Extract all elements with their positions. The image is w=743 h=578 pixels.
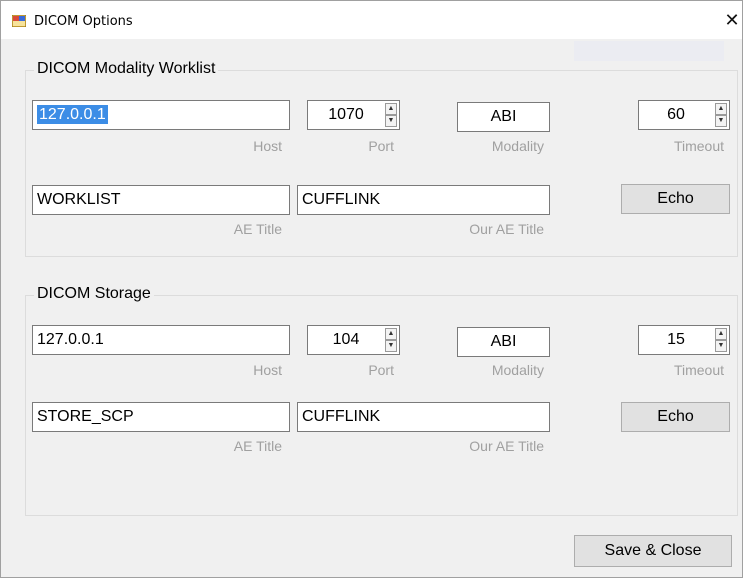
save-close-button[interactable]: Save & Close — [574, 535, 732, 567]
worklist-host-label: Host — [253, 138, 282, 154]
spin-down-icon[interactable]: ▼ — [385, 115, 397, 127]
storage-modality-input[interactable]: ABI — [457, 327, 550, 357]
worklist-host-input[interactable]: 127.0.0.1 — [32, 100, 290, 130]
worklist-modality-input[interactable]: ABI — [457, 102, 550, 132]
spin-down-icon[interactable]: ▼ — [385, 340, 397, 352]
storage-ae-title-input[interactable]: STORE_SCP — [32, 402, 290, 432]
storage-port-stepper[interactable]: 104 ▲ ▼ — [307, 325, 400, 355]
spin-up-icon[interactable]: ▲ — [715, 103, 727, 115]
spin-down-icon[interactable]: ▼ — [715, 340, 727, 352]
worklist-ae-title-label: AE Title — [233, 221, 282, 237]
close-button[interactable]: ✕ — [723, 10, 741, 30]
worklist-host-value: 127.0.0.1 — [37, 105, 108, 124]
title-bar: DICOM Options ✕ — [1, 1, 742, 39]
worklist-ae-title-input[interactable]: WORKLIST — [32, 185, 290, 215]
worklist-port-value: 1070 — [328, 106, 364, 123]
spin-up-icon[interactable]: ▲ — [385, 103, 397, 115]
storage-our-ae-title-input[interactable]: CUFFLINK — [297, 402, 550, 432]
storage-ae-title-label: AE Title — [233, 438, 282, 454]
worklist-modality-label: Modality — [491, 138, 544, 154]
storage-timeout-label: Timeout — [673, 362, 724, 378]
storage-our-ae-title-label: Our AE Title — [469, 438, 544, 454]
storage-port-spin: ▲ ▼ — [385, 328, 397, 352]
worklist-port-label: Port — [368, 138, 394, 154]
storage-host-input[interactable]: 127.0.0.1 — [32, 325, 290, 355]
spin-up-icon[interactable]: ▲ — [385, 328, 397, 340]
storage-modality-label: Modality — [491, 362, 544, 378]
worklist-group: DICOM Modality Worklist — [25, 60, 738, 257]
worklist-legend: DICOM Modality Worklist — [34, 60, 219, 78]
worklist-timeout-label: Timeout — [673, 138, 724, 154]
storage-timeout-spin: ▲ ▼ — [715, 328, 727, 352]
worklist-port-stepper[interactable]: 1070 ▲ ▼ — [307, 100, 400, 130]
worklist-our-ae-title-label: Our AE Title — [469, 221, 544, 237]
storage-legend: DICOM Storage — [34, 285, 154, 303]
storage-timeout-stepper[interactable]: 15 ▲ ▼ — [638, 325, 730, 355]
worklist-timeout-value: 60 — [667, 106, 685, 123]
spin-down-icon[interactable]: ▼ — [715, 115, 727, 127]
worklist-timeout-stepper[interactable]: 60 ▲ ▼ — [638, 100, 730, 130]
background-artifact — [574, 41, 724, 61]
window-title: DICOM Options — [34, 14, 133, 29]
storage-timeout-value: 15 — [667, 331, 685, 348]
spin-up-icon[interactable]: ▲ — [715, 328, 727, 340]
app-window-icon — [12, 15, 26, 27]
worklist-echo-button[interactable]: Echo — [621, 184, 730, 214]
storage-echo-button[interactable]: Echo — [621, 402, 730, 432]
dicom-options-window: DICOM Options ✕ DICOM Modality Worklist … — [0, 0, 743, 578]
worklist-timeout-spin: ▲ ▼ — [715, 103, 727, 127]
storage-host-label: Host — [253, 362, 282, 378]
storage-port-label: Port — [368, 362, 394, 378]
storage-port-value: 104 — [332, 331, 360, 348]
worklist-port-spin: ▲ ▼ — [385, 103, 397, 127]
worklist-our-ae-title-input[interactable]: CUFFLINK — [297, 185, 550, 215]
